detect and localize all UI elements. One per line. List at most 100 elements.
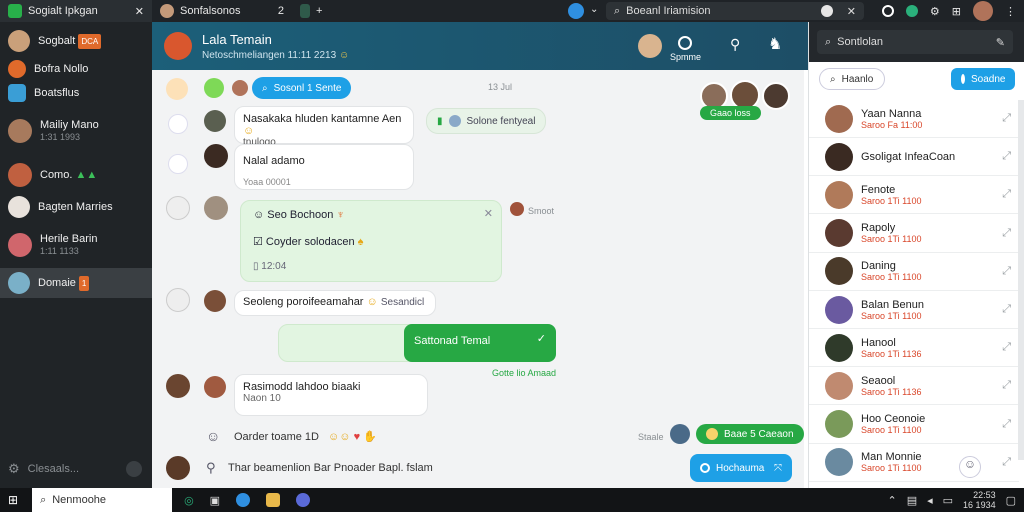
close-icon[interactable]: ✕	[135, 5, 144, 18]
contact-item[interactable]: Man Monnie Saroo 1Ti 1100 ⤢	[809, 444, 1019, 482]
sidebar-item-domaie[interactable]: Domaie 1	[0, 268, 152, 298]
pin-icon[interactable]: ⚲	[730, 36, 740, 53]
plus-icon[interactable]: +	[316, 5, 322, 17]
outgoing-message[interactable]: Sattonad Temal ✓	[404, 324, 556, 362]
tab-sogialt[interactable]: Sogialt Ipkgan ✕	[0, 0, 152, 22]
contact-item[interactable]: Yaan Nanna Saroo Fa 11:00 ⤢	[809, 100, 1019, 138]
emoji-icon[interactable]: ☺	[959, 456, 981, 478]
app-icon[interactable]	[296, 493, 311, 507]
sidebar-item-bofra[interactable]: Bofra Nollo	[0, 58, 152, 80]
start-icon[interactable]: ⊞	[8, 493, 18, 507]
compose-input[interactable]: Thar beamenlion Bar Pnoader Bapl. fslam	[228, 462, 433, 474]
contact-item[interactable]: Gsoligat InfeaCoan ⤢	[809, 138, 1019, 177]
heart-icon[interactable]: ♥	[354, 431, 361, 443]
expand-icon[interactable]: ⤢	[1002, 456, 1011, 469]
folder-icon[interactable]	[266, 493, 281, 507]
expand-icon[interactable]: ⤢	[1002, 227, 1011, 240]
profile-icon[interactable]	[568, 3, 584, 19]
reply-icon[interactable]	[168, 114, 188, 134]
network-icon[interactable]: ▤	[907, 494, 917, 507]
grid-icon[interactable]: ⊞	[952, 5, 961, 18]
status-icon[interactable]	[678, 36, 692, 50]
sidebar-item-mailiy[interactable]: Mailiy Mano 1:31 1993	[0, 116, 152, 146]
message-pill[interactable]: ▮ Solone fentyeal	[426, 108, 547, 134]
battery-icon[interactable]: ▭	[943, 494, 953, 507]
sidebar-item-herile[interactable]: Herile Barin 1:11 1133	[0, 230, 152, 260]
expand-icon[interactable]: ⤢	[1002, 150, 1011, 163]
close-icon[interactable]: ✕	[847, 5, 856, 18]
contacts-search-input[interactable]: ⌕ Sontlolan ✎	[817, 30, 1013, 54]
add-reaction-icon[interactable]: ☺	[206, 428, 220, 444]
gear-icon[interactable]: ⚙	[930, 5, 940, 18]
expand-icon[interactable]: ⤢	[1002, 188, 1011, 201]
message-card[interactable]: ☺ Seo Bochoon ♆ ☑ Coyder solodacen ♠ ▯ 1…	[240, 200, 502, 282]
chevron-up-icon[interactable]: ⌃	[887, 494, 896, 507]
tab-new[interactable]: +	[292, 0, 392, 22]
message-bubble[interactable]: Nalal adamo Yoaa 00001	[234, 144, 414, 190]
attach-icon[interactable]: ⚲	[206, 460, 216, 476]
sidebar-item-boatsflus[interactable]: Boatsflus	[0, 82, 152, 104]
gear-icon[interactable]: ⚙	[8, 461, 20, 477]
contact-item[interactable]: Hanool Saroo 1Ti 1136 ⤢	[809, 329, 1019, 368]
hand-icon[interactable]: ✋	[363, 431, 377, 443]
expand-icon[interactable]: ⤢	[1002, 265, 1011, 278]
expand-icon[interactable]: ⤢	[1002, 112, 1011, 125]
message-bubble[interactable]: Rasimodd lahdoo biaaki Naon 10	[234, 374, 428, 416]
browser-icon[interactable]	[236, 493, 251, 507]
emoji-icon[interactable]: ☺☺	[328, 431, 350, 443]
bell-icon[interactable]: ♞	[768, 34, 782, 54]
send-button[interactable]: Hochauma ⤧	[690, 454, 792, 482]
contact-text: Rapoly Saroo 1Ti 1100	[861, 222, 922, 244]
message-bubble[interactable]: Nasakaka hluden kantamne Aen ☺ tnulogo	[234, 106, 414, 148]
tab-sonfalsonos[interactable]: Sonfalsonos 2	[152, 0, 292, 22]
search-pill-button[interactable]: ⌕ Sosonl 1 Sente	[252, 77, 352, 99]
reaction-row: Oarder toame 1D ☺☺ ♥ ✋	[234, 430, 377, 443]
sidebar-item-bagten[interactable]: Bagten Marries	[0, 194, 152, 220]
contact-name: Man Monnie	[861, 451, 922, 464]
top-search-box[interactable]: ⌕ Boeanl Iriamision ✕	[606, 2, 864, 20]
expand-icon[interactable]: ⤢	[1002, 418, 1011, 431]
message-bubble[interactable]: Seoleng poroifeeamahar ☺ Sesandicl	[234, 290, 436, 316]
expand-icon[interactable]: ⤢	[1002, 303, 1011, 316]
contact-item[interactable]: Fenote Saroo 1Ti 1100 ⤢	[809, 176, 1019, 215]
emoji-icon[interactable]	[820, 5, 833, 17]
clock[interactable]: 22:53 16 1934	[963, 490, 996, 510]
sidebar-footer[interactable]: ⚙ Clesaals...	[0, 458, 152, 480]
expand-icon[interactable]: ⤢	[1002, 379, 1011, 392]
contact-item[interactable]: Seaool Saroo 1Ti 1136 ⤢	[809, 367, 1019, 406]
scrollbar[interactable]	[1018, 100, 1024, 460]
expand-icon[interactable]: ⤢	[1002, 341, 1011, 354]
avatar	[825, 180, 853, 209]
task-view-icon[interactable]: ▣	[210, 494, 220, 507]
notification-icon[interactable]: ▢	[1006, 494, 1016, 507]
add-contact-button[interactable]: Soadne	[951, 68, 1015, 90]
top-tab-bar: Sogialt Ipkgan ✕ Sonfalsonos 2 + ⌄ ⌕ Boe…	[0, 0, 1024, 22]
contact-text: Hanool Saroo 1Ti 1136	[861, 337, 922, 359]
participant-avatar[interactable]	[638, 34, 662, 58]
contact-item[interactable]: Hoo Ceonoie Saroo 1Ti 1100 ⤢	[809, 406, 1019, 444]
shield-icon[interactable]	[905, 5, 918, 17]
volume-icon[interactable]: ◂	[927, 494, 933, 507]
contact-item[interactable]: Rapoly Saroo 1Ti 1100 ⤢	[809, 215, 1019, 253]
contact-avatar[interactable]	[164, 32, 192, 60]
user-avatar[interactable]	[973, 1, 993, 21]
tab-label: Sonfalsonos	[180, 5, 241, 17]
circle-icon[interactable]	[881, 5, 894, 17]
edit-icon[interactable]: ✎	[996, 36, 1005, 49]
group-label-badge: Gaao loss	[700, 106, 761, 120]
sidebar-item-label: Bagten Marries	[38, 200, 113, 213]
forward-icon[interactable]	[168, 154, 188, 174]
sidebar-item-como[interactable]: Como. ▲▲	[0, 162, 152, 188]
more-icon[interactable]: ⋮	[1005, 5, 1016, 18]
close-icon[interactable]: ✕	[484, 207, 493, 220]
help-icon[interactable]	[126, 461, 142, 477]
reaction-pill-button[interactable]: Baae 5 Caeaon	[696, 424, 804, 444]
chat-app-icon[interactable]: ◎	[184, 494, 194, 507]
filter-button[interactable]: ⌕ Haanlo	[819, 68, 885, 90]
chevron-down-icon[interactable]: ⌄	[590, 4, 598, 15]
sidebar-item-sogbalt[interactable]: Sogbalt DCA	[0, 28, 152, 54]
taskbar-search[interactable]: ⌕ Nenmoohe	[32, 488, 173, 512]
card-side-label: Smoot	[528, 206, 555, 216]
contact-item[interactable]: Balan Benun Saroo 1Ti 1100 ⤢	[809, 291, 1019, 329]
contact-item[interactable]: Daning Saroo 1Ti 1100 ⤢	[809, 253, 1019, 291]
